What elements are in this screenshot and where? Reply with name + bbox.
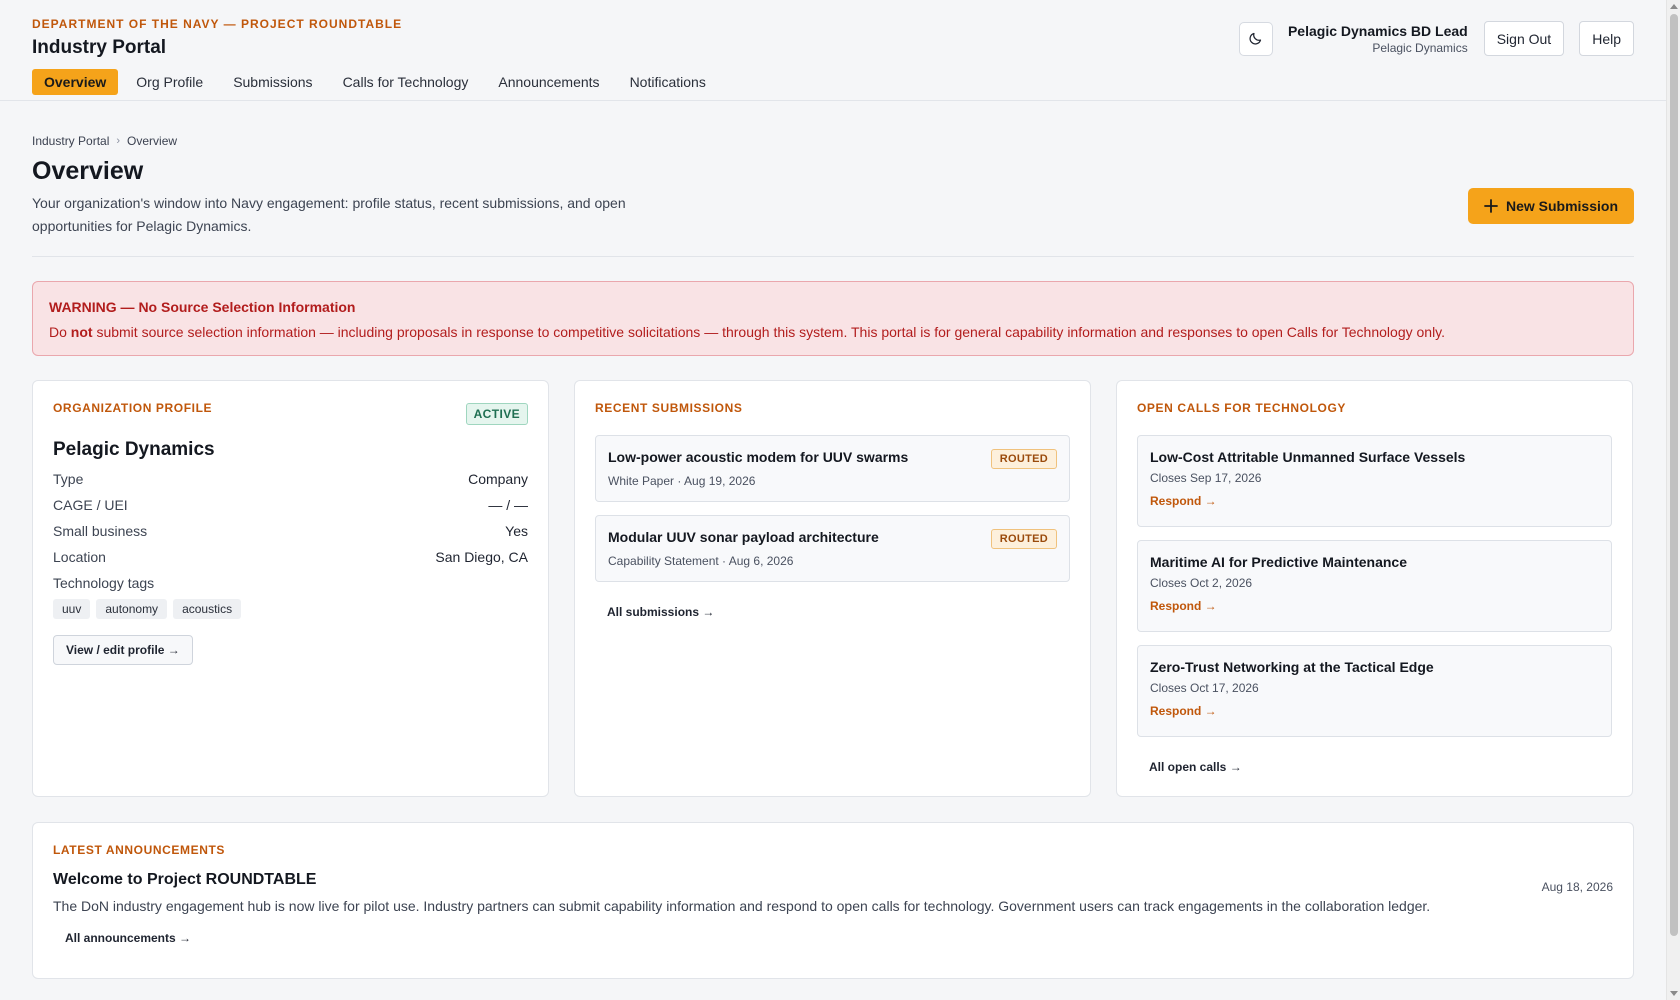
announcement-title: Welcome to Project ROUNDTABLE — [53, 871, 317, 888]
respond-link[interactable]: Respond → — [1150, 704, 1599, 718]
tags-label: Technology tags — [53, 575, 155, 591]
new-submission-label: New Submission — [1505, 198, 1618, 214]
field-value: San Diego, CA — [435, 549, 528, 565]
profile-field-cage-uei: CAGE / UEI — / — — [53, 497, 528, 513]
recent-submissions-card: RECENT SUBMISSIONS Low-power acoustic mo… — [574, 380, 1091, 797]
submission-item[interactable]: Modular UUV sonar payload architecture C… — [595, 515, 1070, 582]
nav-calls-for-technology[interactable]: Calls for Technology — [331, 69, 481, 95]
org-profile-card: ORGANIZATION PROFILE ACTIVE Pelagic Dyna… — [32, 380, 549, 797]
field-value: — / — — [488, 497, 528, 513]
sign-out-button[interactable]: Sign Out — [1483, 21, 1565, 56]
intro-row: Your organization's window into Navy eng… — [32, 186, 1634, 238]
recent-submissions-label: RECENT SUBMISSIONS — [595, 401, 743, 415]
main-content: Industry Portal › Overview Overview Your… — [0, 134, 1666, 979]
call-title: Low-Cost Attritable Unmanned Surface Ves… — [1150, 449, 1466, 465]
nav-announcements[interactable]: Announcements — [486, 69, 611, 95]
new-submission-button[interactable]: New Submission — [1467, 188, 1634, 224]
submissions-list: Low-power acoustic modem for UUV swarms … — [595, 435, 1070, 582]
breadcrumb-root-link[interactable]: Industry Portal — [32, 134, 109, 148]
announcement-date: Aug 18, 2026 — [1541, 880, 1613, 894]
tag: autonomy — [96, 599, 168, 619]
page: DEPARTMENT OF THE NAVY — PROJECT ROUNDTA… — [0, 0, 1666, 1000]
call-item[interactable]: Low-Cost Attritable Unmanned Surface Ves… — [1137, 435, 1612, 527]
user-name: Pelagic Dynamics BD Lead — [1287, 22, 1468, 39]
user-org: Pelagic Dynamics — [1372, 40, 1468, 55]
announcement-body: The DoN industry engagement hub is now l… — [53, 898, 1431, 914]
status-badge: ACTIVE — [465, 403, 528, 425]
all-open-calls-link[interactable]: All open calls → — [1149, 760, 1242, 774]
field-value: Company — [468, 471, 528, 487]
breadcrumb-current: Overview — [127, 134, 178, 148]
tag: uuv — [53, 599, 91, 619]
top-header: DEPARTMENT OF THE NAVY — PROJECT ROUNDTA… — [0, 0, 1666, 101]
all-submissions-link[interactable]: All submissions → — [607, 605, 714, 619]
org-profile-label: ORGANIZATION PROFILE — [53, 401, 213, 415]
warning-title: WARNING — No Source Selection Informatio… — [49, 299, 356, 315]
scroll-up-icon[interactable] — [1670, 4, 1678, 9]
nav-submissions[interactable]: Submissions — [221, 69, 324, 95]
submission-title: Low-power acoustic modem for UUV swarms — [608, 449, 909, 465]
moon-icon — [1249, 32, 1262, 45]
warning-text-rest: submit source selection information — in… — [92, 324, 1446, 340]
dashboard-cards: ORGANIZATION PROFILE ACTIVE Pelagic Dyna… — [32, 380, 1634, 797]
status-badge: ROUTED — [990, 529, 1057, 549]
status-badge: ROUTED — [990, 449, 1057, 469]
edit-profile-button[interactable]: View / edit profile → — [53, 635, 193, 665]
technology-tags: uuv autonomy acoustics — [53, 599, 528, 619]
divider — [32, 256, 1634, 257]
calls-list: Low-Cost Attritable Unmanned Surface Ves… — [1137, 435, 1612, 737]
profile-field-small-business: Small business Yes — [53, 523, 528, 539]
field-key: CAGE / UEI — [53, 497, 128, 513]
field-key: Type — [53, 471, 84, 487]
org-name: Pelagic Dynamics — [53, 439, 215, 460]
call-item[interactable]: Maritime AI for Predictive Maintenance C… — [1137, 540, 1612, 632]
field-value: Yes — [505, 523, 528, 539]
user-info: Pelagic Dynamics BD Lead Pelagic Dynamic… — [1288, 23, 1468, 55]
warning-emphasis: not — [70, 324, 93, 340]
submission-meta: White Paper · Aug 19, 2026 — [608, 474, 756, 488]
source-selection-warning: WARNING — No Source Selection Informatio… — [32, 281, 1634, 356]
submission-title: Modular UUV sonar payload architecture — [608, 529, 879, 545]
theme-toggle-button[interactable] — [1238, 21, 1273, 56]
breadcrumb: Industry Portal › Overview — [32, 134, 1634, 148]
nav-notifications[interactable]: Notifications — [618, 69, 718, 95]
call-closes: Closes Oct 17, 2026 — [1150, 681, 1259, 695]
respond-link[interactable]: Respond → — [1150, 599, 1599, 613]
warning-text-start: Do — [49, 324, 71, 340]
all-announcements-link[interactable]: All announcements → — [65, 931, 191, 945]
tag: acoustics — [173, 599, 242, 619]
chevron-right-icon: › — [116, 135, 121, 147]
call-closes: Closes Sep 17, 2026 — [1150, 471, 1262, 485]
nav-org-profile[interactable]: Org Profile — [124, 69, 215, 95]
help-button[interactable]: Help — [1579, 21, 1634, 56]
header-actions: Pelagic Dynamics BD Lead Pelagic Dynamic… — [1238, 21, 1634, 56]
call-closes: Closes Oct 2, 2026 — [1150, 576, 1253, 590]
call-item[interactable]: Zero-Trust Networking at the Tactical Ed… — [1137, 645, 1612, 737]
profile-field-type: Type Company — [53, 471, 528, 487]
nav-overview[interactable]: Overview — [32, 69, 119, 95]
main-nav: Overview Org Profile Submissions Calls f… — [32, 69, 1634, 95]
field-key: Small business — [53, 523, 148, 539]
scroll-thumb[interactable] — [1670, 14, 1678, 936]
warning-text: Do not submit source selection informati… — [49, 324, 1617, 340]
call-title: Maritime AI for Predictive Maintenance — [1150, 554, 1407, 570]
call-title: Zero-Trust Networking at the Tactical Ed… — [1150, 659, 1434, 675]
submission-meta: Capability Statement · Aug 6, 2026 — [608, 554, 794, 568]
scrollbar[interactable] — [1666, 0, 1680, 1000]
page-intro: Your organization's window into Navy eng… — [32, 195, 626, 234]
respond-link[interactable]: Respond → — [1150, 494, 1599, 508]
page-title: Overview — [32, 157, 144, 185]
announcements-label: LATEST ANNOUNCEMENTS — [53, 843, 225, 857]
announcements-card: LATEST ANNOUNCEMENTS Welcome to Project … — [32, 822, 1634, 979]
open-calls-card: OPEN CALLS FOR TECHNOLOGY Low-Cost Attri… — [1116, 380, 1633, 797]
scroll-down-icon[interactable] — [1670, 991, 1678, 996]
open-calls-label: OPEN CALLS FOR TECHNOLOGY — [1137, 401, 1347, 415]
profile-field-location: Location San Diego, CA — [53, 549, 528, 565]
field-key: Location — [53, 549, 106, 565]
plus-icon — [1484, 199, 1498, 213]
submission-item[interactable]: Low-power acoustic modem for UUV swarms … — [595, 435, 1070, 502]
